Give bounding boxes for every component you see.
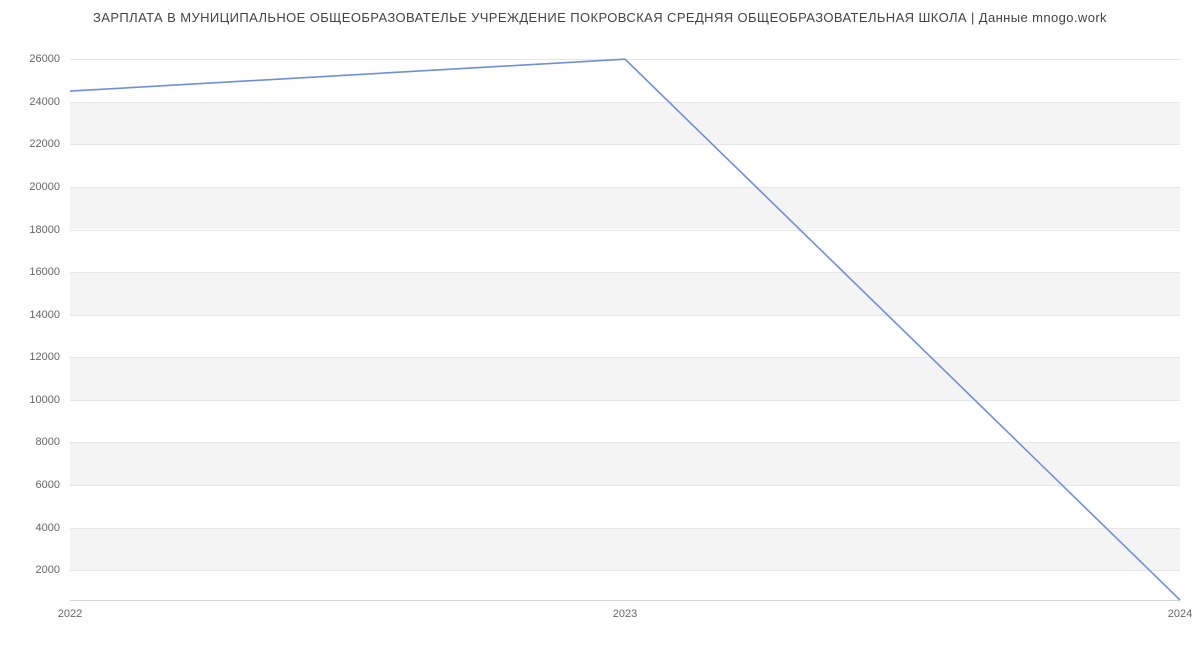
y-tick-label: 12000 (29, 351, 60, 363)
x-tick-label: 2024 (1168, 608, 1192, 620)
y-tick-label: 6000 (36, 479, 60, 491)
x-tick-label: 2022 (58, 608, 82, 620)
y-tick-label: 26000 (29, 53, 60, 65)
y-tick-label: 14000 (29, 309, 60, 321)
y-tick-label: 10000 (29, 394, 60, 406)
line-chart: ЗАРПЛАТА В МУНИЦИПАЛЬНОЕ ОБЩЕОБРАЗОВАТЕЛ… (0, 0, 1200, 650)
chart-line-layer (70, 40, 1180, 600)
y-tick-label: 24000 (29, 96, 60, 108)
y-tick-label: 2000 (36, 564, 60, 576)
chart-title: ЗАРПЛАТА В МУНИЦИПАЛЬНОЕ ОБЩЕОБРАЗОВАТЕЛ… (0, 10, 1200, 25)
x-tick-label: 2023 (613, 608, 637, 620)
plot-area: 2000400060008000100001200014000160001800… (70, 40, 1180, 601)
y-tick-label: 4000 (36, 522, 60, 534)
y-tick-label: 22000 (29, 138, 60, 150)
y-tick-label: 20000 (29, 181, 60, 193)
y-tick-label: 8000 (36, 436, 60, 448)
y-tick-label: 16000 (29, 266, 60, 278)
y-tick-label: 18000 (29, 224, 60, 236)
series-line (70, 59, 1180, 600)
